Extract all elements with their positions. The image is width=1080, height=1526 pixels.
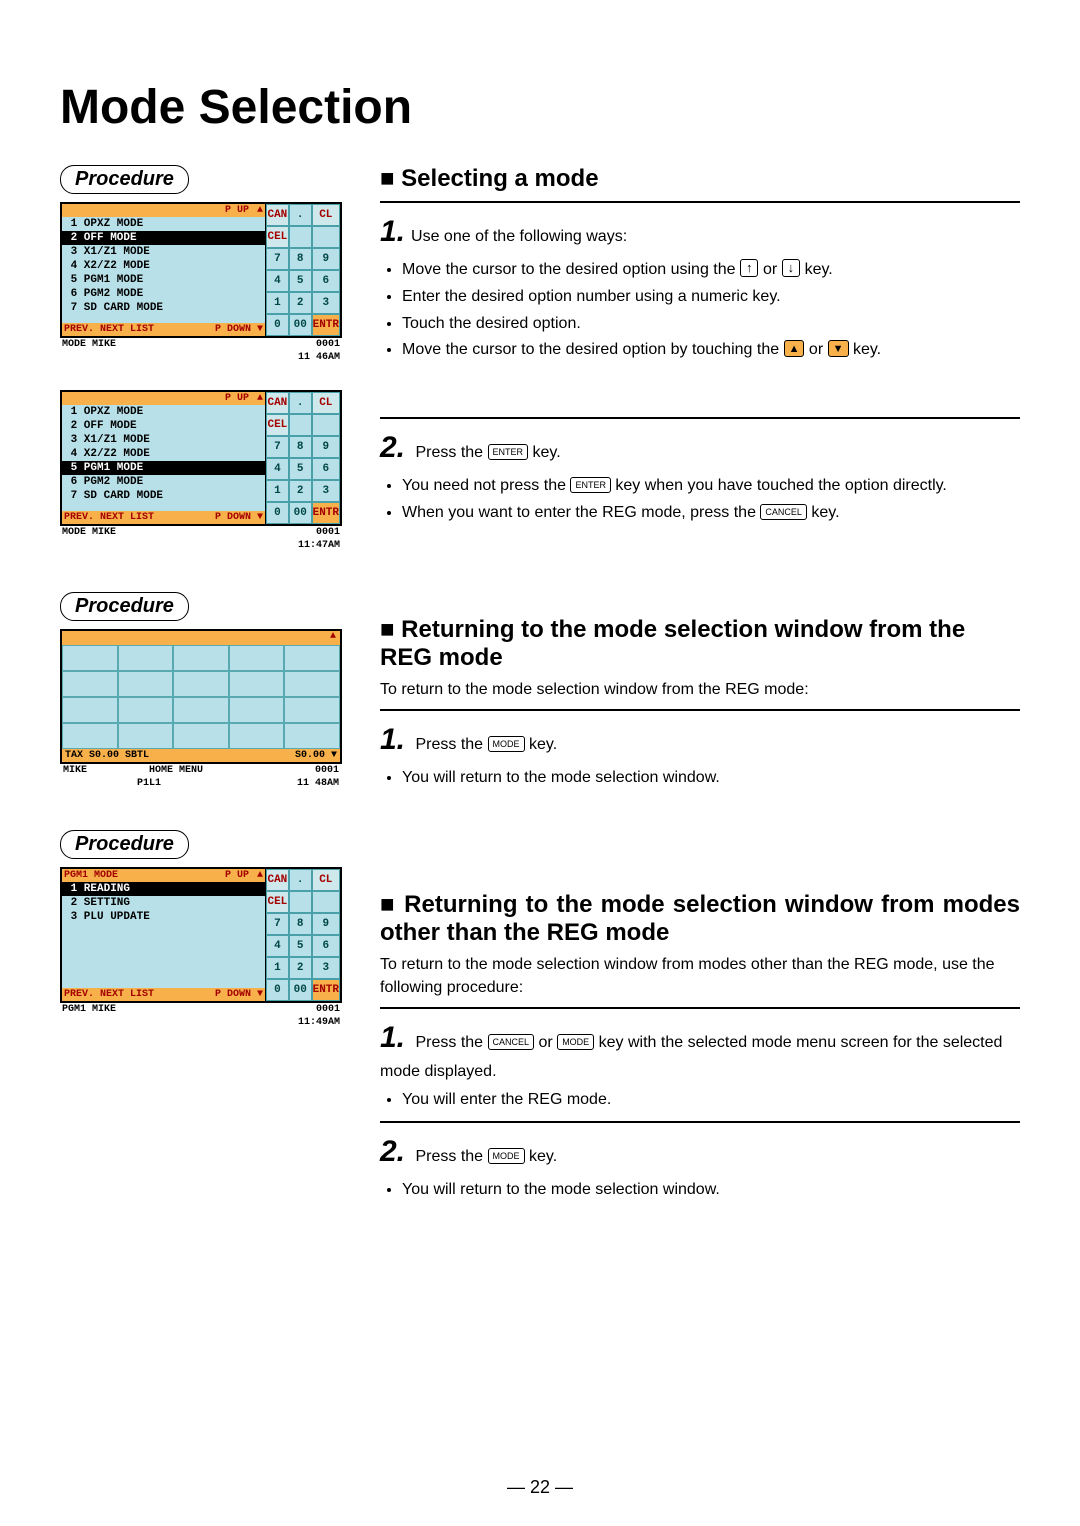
s3-b1: You will enter the REG mode. <box>402 1088 1020 1113</box>
s1-b4: Move the cursor to the desired option by… <box>402 338 1020 363</box>
s1-step1-lead: Use one of the following ways: <box>411 228 627 245</box>
s1-b3: Touch the desired option. <box>402 312 1020 337</box>
s1-b1: Move the cursor to the desired option us… <box>402 258 1020 283</box>
section-heading-return-reg: Returning to the mode selection window f… <box>380 616 1020 672</box>
procedure-label-1: Procedure <box>60 165 189 194</box>
screenshot-mode-list-pgm1: P UP ▲ 1 OPXZ MODE 2 OFF MODE 3 X1/Z1 MO… <box>60 390 342 552</box>
mode-key-icon: MODE <box>488 1148 525 1164</box>
screenshot-reg-screen: ▲ TAX S0.00 SBTLS0.00 ▼ MIKEHOME MENU000… <box>60 629 342 790</box>
mode-key-icon: MODE <box>488 736 525 752</box>
s2-b1: You will return to the mode selection wi… <box>402 766 1020 791</box>
tri-up-key-icon: ▲ <box>784 340 805 357</box>
procedure-label-2: Procedure <box>60 592 189 621</box>
down-key-icon: ↓ <box>782 259 801 277</box>
s1-b5: You need not press the ENTER key when yo… <box>402 474 1020 499</box>
page-title: Mode Selection <box>60 80 1020 135</box>
s3-lead: To return to the mode selection window f… <box>380 953 1020 999</box>
s1-b6: When you want to enter the REG mode, pre… <box>402 501 1020 526</box>
tri-down-key-icon: ▼ <box>828 340 849 357</box>
screenshot-mode-list-off: P UP ▲ 1 OPXZ MODE 2 OFF MODE 3 X1/Z1 MO… <box>60 202 342 364</box>
enter-key-icon: ENTER <box>570 477 611 493</box>
up-key-icon: ↑ <box>740 259 759 277</box>
screenshot-pgm1-menu: PGM1 MODE P UP ▲ 1 READING 2 SETTING 3 P… <box>60 867 342 1029</box>
page-number: — 22 — <box>0 1477 1080 1498</box>
section-heading-return-other: Returning to the mode selection window f… <box>380 891 1020 947</box>
s2-lead: To return to the mode selection window f… <box>380 678 1020 701</box>
section-heading-selecting: Selecting a mode <box>380 165 1020 193</box>
cancel-key-icon: CANCEL <box>488 1034 535 1050</box>
enter-key-icon: ENTER <box>488 444 529 460</box>
mode-key-icon: MODE <box>557 1034 594 1050</box>
cancel-key-icon: CANCEL <box>760 504 807 520</box>
procedure-label-3: Procedure <box>60 830 189 859</box>
s1-b2: Enter the desired option number using a … <box>402 285 1020 310</box>
s3-b2: You will return to the mode selection wi… <box>402 1178 1020 1203</box>
